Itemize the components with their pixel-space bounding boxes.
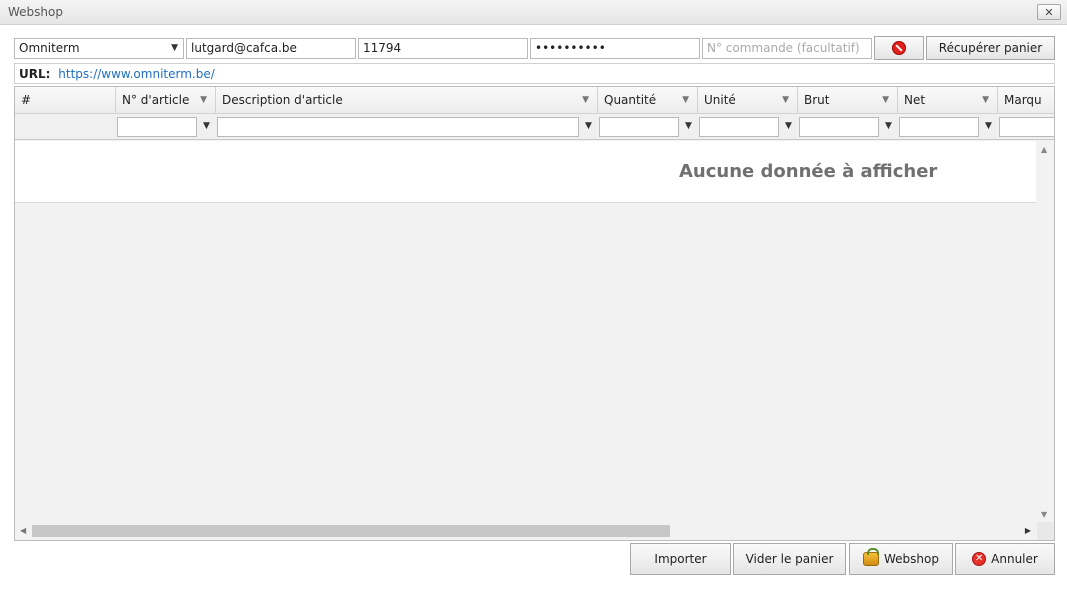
import-label: Importer	[654, 552, 707, 566]
horizontal-scrollbar[interactable]: ◀ ▶	[15, 522, 1054, 540]
filter-gross-input[interactable]	[799, 117, 879, 137]
stop-icon	[892, 41, 906, 55]
filter-net-input[interactable]	[899, 117, 979, 137]
fetch-cart-label: Récupérer panier	[938, 41, 1043, 55]
empty-message: Aucune donnée à afficher	[679, 161, 938, 182]
password-value: ••••••••••	[535, 41, 606, 55]
customer-id-value: 11794	[363, 41, 402, 55]
url-bar: URL: https://www.omniterm.be/	[14, 63, 1055, 84]
supplier-value: Omniterm	[19, 41, 80, 55]
filter-article-number[interactable]	[117, 117, 197, 137]
column-header-gross[interactable]: Brut ▼	[798, 87, 898, 114]
filter-description-input[interactable]	[217, 117, 579, 137]
filter-funnel-icon[interactable]: ▼	[200, 95, 207, 105]
filter-brand[interactable]	[999, 117, 1054, 137]
column-header-description[interactable]: Description d'article ▼	[216, 87, 598, 114]
grid-header: # N° d'article ▼ Description d'article ▼…	[15, 87, 1054, 114]
scroll-left-icon[interactable]: ◀	[20, 526, 26, 535]
filter-funnel-icon[interactable]: ▼	[982, 95, 989, 105]
filter-funnel-icon[interactable]: ▼	[203, 121, 210, 131]
horizontal-scroll-thumb[interactable]	[32, 525, 670, 537]
window-titlebar: Webshop ✕	[0, 0, 1067, 25]
fetch-cart-button[interactable]: Récupérer panier	[926, 36, 1055, 60]
webshop-label: Webshop	[884, 552, 939, 566]
cancel-button[interactable]: ✕ Annuler	[955, 543, 1055, 575]
close-icon: ✕	[1044, 5, 1054, 19]
supplier-select[interactable]: Omniterm ▼	[14, 38, 184, 59]
filter-article-number-input[interactable]	[117, 117, 197, 137]
column-header-net[interactable]: Net ▼	[898, 87, 998, 114]
empty-cart-button[interactable]: Vider le panier	[733, 543, 846, 575]
filter-funnel-icon[interactable]: ▼	[785, 121, 792, 131]
filter-unit[interactable]	[699, 117, 779, 137]
filter-funnel-icon[interactable]: ▼	[985, 121, 992, 131]
window-title: Webshop	[8, 5, 63, 19]
url-label: URL:	[19, 67, 51, 81]
vertical-scrollbar[interactable]: ▲ ▼	[1036, 141, 1054, 523]
column-header-brand[interactable]: Marqu	[998, 87, 1054, 114]
scroll-right-icon[interactable]: ▶	[1025, 526, 1031, 535]
filter-quantity-input[interactable]	[599, 117, 679, 137]
clear-credentials-button[interactable]	[874, 36, 924, 60]
filter-gross[interactable]	[799, 117, 879, 137]
grid-filter-row: ▼ ▼ ▼ ▼ ▼ ▼	[15, 114, 1054, 140]
chevron-down-icon: ▼	[171, 43, 178, 53]
filter-unit-input[interactable]	[699, 117, 779, 137]
password-field[interactable]: ••••••••••	[530, 38, 700, 59]
email-field[interactable]: lutgard@cafca.be	[186, 38, 356, 59]
filter-funnel-icon[interactable]: ▼	[685, 121, 692, 131]
column-header-article-number[interactable]: N° d'article ▼	[116, 87, 216, 114]
filter-funnel-icon[interactable]: ▼	[582, 95, 589, 105]
import-button[interactable]: Importer	[630, 543, 731, 575]
scroll-down-icon[interactable]: ▼	[1041, 510, 1047, 519]
cancel-icon: ✕	[972, 552, 987, 566]
column-header-unit[interactable]: Unité ▼	[698, 87, 798, 114]
scrollbar-corner	[1037, 522, 1054, 540]
filter-quantity[interactable]	[599, 117, 679, 137]
filter-description[interactable]	[217, 117, 579, 137]
empty-cart-label: Vider le panier	[745, 552, 834, 566]
filter-funnel-icon[interactable]: ▼	[782, 95, 789, 105]
filter-brand-input[interactable]	[999, 117, 1054, 137]
email-value: lutgard@cafca.be	[191, 41, 297, 55]
webshop-button[interactable]: Webshop	[849, 543, 953, 575]
filter-funnel-icon[interactable]: ▼	[882, 95, 889, 105]
empty-row: Aucune donnée à afficher	[15, 141, 1037, 203]
filter-net[interactable]	[899, 117, 979, 137]
scroll-up-icon[interactable]: ▲	[1041, 145, 1047, 154]
filter-funnel-icon[interactable]: ▼	[682, 95, 689, 105]
cancel-label: Annuler	[991, 552, 1038, 566]
close-button[interactable]: ✕	[1037, 4, 1061, 20]
filter-funnel-icon[interactable]: ▼	[585, 121, 592, 131]
customer-id-field[interactable]: 11794	[358, 38, 528, 59]
shopping-bag-icon	[863, 548, 879, 566]
order-number-placeholder: N° commande (facultatif)	[707, 41, 860, 55]
column-header-index[interactable]: #	[15, 87, 116, 114]
cart-grid: # N° d'article ▼ Description d'article ▼…	[14, 86, 1055, 541]
filter-funnel-icon[interactable]: ▼	[885, 121, 892, 131]
url-link[interactable]: https://www.omniterm.be/	[58, 67, 215, 81]
order-number-field[interactable]: N° commande (facultatif)	[702, 38, 872, 59]
column-header-quantity[interactable]: Quantité ▼	[598, 87, 698, 114]
